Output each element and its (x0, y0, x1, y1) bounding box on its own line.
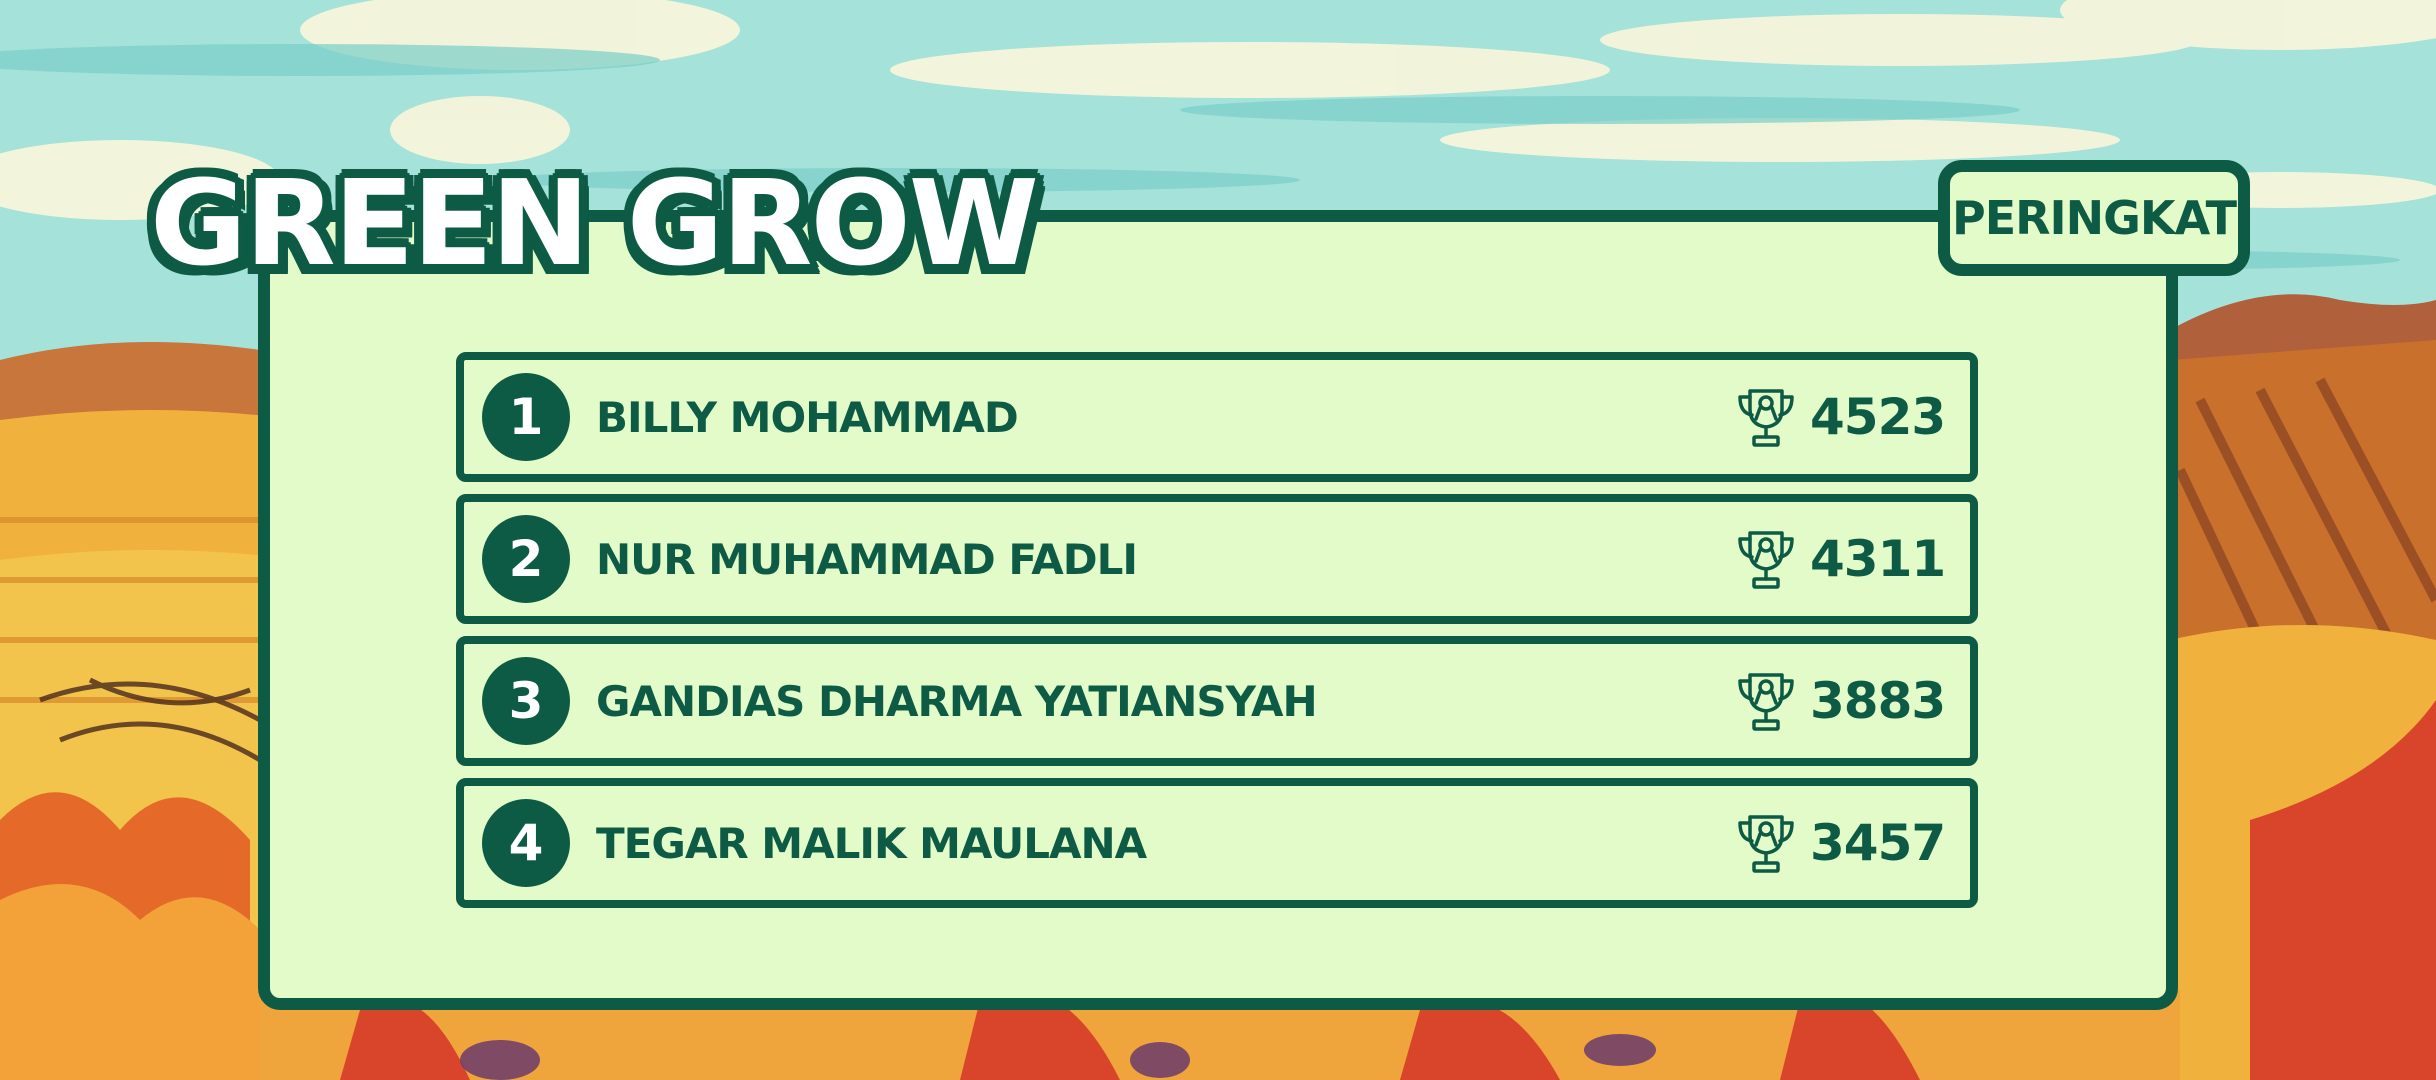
player-name: Tegar Malik Maulana (596, 818, 1147, 868)
player-score: 3457 (1810, 814, 1946, 872)
rank-badge: 2 (482, 515, 570, 603)
leaderboard-row: 2 Nur Muhammad Fadli 4311 (456, 494, 1978, 624)
trophy-icon (1738, 673, 1794, 731)
leaderboard-list: 1 Billy Mohammad 4523 2 Nur Muhammad Fad… (456, 352, 1978, 920)
tab-peringkat[interactable]: Peringkat (1938, 160, 2250, 276)
player-score: 4311 (1810, 530, 1946, 588)
player-score: 4523 (1810, 388, 1946, 446)
rank-badge: 4 (482, 799, 570, 887)
tab-peringkat-label: Peringkat (1952, 191, 2237, 245)
rank-badge: 1 (482, 373, 570, 461)
leaderboard-row: 1 Billy Mohammad 4523 (456, 352, 1978, 482)
leaderboard-row: 3 Gandias Dharma Yatiansyah 3883 (456, 636, 1978, 766)
leaderboard-row: 4 Tegar Malik Maulana 3457 (456, 778, 1978, 908)
player-name: Billy Mohammad (596, 392, 1019, 442)
player-name: Gandias Dharma Yatiansyah (596, 676, 1318, 726)
player-score: 3883 (1810, 672, 1946, 730)
game-title: Green Grow (150, 154, 1039, 292)
player-name: Nur Muhammad Fadli (596, 534, 1138, 584)
rank-badge: 3 (482, 657, 570, 745)
trophy-icon (1738, 815, 1794, 873)
trophy-icon (1738, 531, 1794, 589)
trophy-icon (1738, 389, 1794, 447)
